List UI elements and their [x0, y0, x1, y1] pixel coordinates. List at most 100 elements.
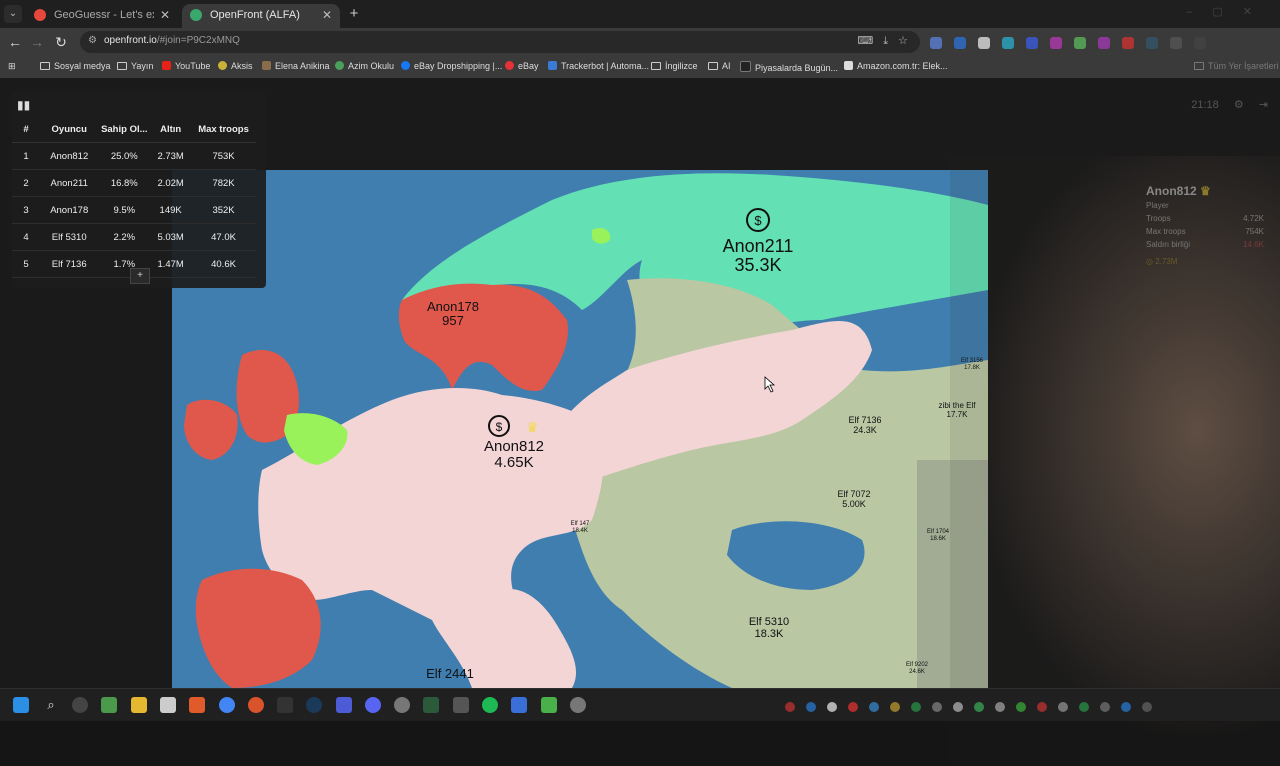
bookmark-label: eBay	[518, 61, 539, 71]
close-icon[interactable]: ✕	[160, 4, 170, 26]
bookmark-sosyal-medya[interactable]: Sosyal medya	[40, 61, 111, 71]
app-icon[interactable]	[336, 697, 352, 713]
bookmark-azim-okulu[interactable]: Azim Okulu	[335, 61, 394, 71]
app-icon[interactable]	[511, 697, 527, 713]
extension-icon[interactable]	[954, 37, 966, 49]
table-row[interactable]: 3 Anon178 9.5% 149K 352K	[12, 196, 256, 224]
install-icon[interactable]: ⤓	[883, 35, 888, 47]
bookmark-ai[interactable]: AI	[708, 61, 731, 71]
app-icon[interactable]	[453, 697, 469, 713]
epic-games-icon[interactable]	[277, 697, 293, 713]
discord-icon[interactable]	[365, 697, 381, 713]
window-controls[interactable]: –▢✕	[1186, 5, 1272, 18]
store-icon[interactable]	[160, 697, 176, 713]
game-canvas[interactable]: Anon211 35.3K $ Anon178 957 $ ♛ Anon812 …	[0, 78, 1280, 766]
address-bar[interactable]: ⚙ openfront.io/#join=P9C2xMNQ ⌨ ⤓ ☆	[80, 31, 920, 53]
tab-geoguessr[interactable]: GeoGuessr - Let's explore the w ✕	[26, 4, 178, 28]
table-row[interactable]: 1 Anon812 25.0% 2.73M 753K	[12, 142, 256, 170]
puzzle-icon[interactable]	[1170, 37, 1182, 49]
menu-icon[interactable]	[1194, 37, 1206, 49]
tray-icon[interactable]	[974, 702, 984, 712]
bookmark-elena-anikina[interactable]: Elena Anikina	[262, 61, 330, 71]
bookmark-ingilizce[interactable]: İngilizce	[651, 61, 698, 71]
apps-icon[interactable]: ⊞	[8, 61, 16, 72]
column-header[interactable]: Sahip Ol...	[98, 116, 151, 143]
stat-value: 754K	[1245, 227, 1264, 236]
xbox-icon[interactable]	[101, 697, 117, 713]
table-row[interactable]: 4 Elf 5310 2.2% 5.03M 47.0K	[12, 223, 256, 251]
tray-icon[interactable]	[890, 702, 900, 712]
bookmark-amazon[interactable]: Amazon.com.tr: Elek...	[844, 61, 948, 71]
tray-icon[interactable]	[995, 702, 1005, 712]
gold-cell: 2.73M	[150, 142, 192, 170]
new-tab-button[interactable]: +	[346, 4, 362, 24]
bookmark-aksis[interactable]: Aksis	[218, 61, 253, 71]
bookmark-yayin[interactable]: Yayın	[117, 61, 153, 71]
tray-icon[interactable]	[932, 702, 942, 712]
tray-icon[interactable]	[1016, 702, 1026, 712]
bookmarks-bar: ⊞ Sosyal medya Yayın YouTube Aksis Elena…	[0, 56, 1280, 79]
extension-icon[interactable]	[1122, 37, 1134, 49]
world-map[interactable]: Anon211 35.3K $ Anon178 957 $ ♛ Anon812 …	[172, 170, 988, 688]
tray-icon[interactable]	[1079, 702, 1089, 712]
extension-icon[interactable]	[1098, 37, 1110, 49]
windows-start-icon[interactable]	[13, 697, 29, 713]
bookmark-ebay[interactable]: eBay	[505, 61, 539, 71]
chrome-icon[interactable]	[219, 697, 235, 713]
folder-icon[interactable]	[131, 697, 147, 713]
reload-button[interactable]: ↻	[52, 33, 70, 51]
spotify-icon[interactable]	[482, 697, 498, 713]
map-label-name: Elf 9202	[906, 662, 929, 668]
forward-button[interactable]: →	[28, 33, 46, 51]
extension-icon[interactable]	[978, 37, 990, 49]
tray-icon[interactable]	[827, 702, 837, 712]
extension-icon[interactable]	[1002, 37, 1014, 49]
bookmark-youtube[interactable]: YouTube	[162, 61, 210, 71]
tab-search-button[interactable]: ⌄	[4, 5, 22, 23]
tray-icon[interactable]	[953, 702, 963, 712]
column-header[interactable]: Max troops	[191, 116, 256, 143]
extension-icon[interactable]	[1026, 37, 1038, 49]
steam-icon[interactable]	[306, 697, 322, 713]
tray-icon[interactable]	[785, 702, 795, 712]
tray-icon[interactable]	[1037, 702, 1047, 712]
exit-icon[interactable]: ⇥	[1259, 99, 1268, 111]
column-header[interactable]: Altın	[150, 116, 192, 143]
column-header[interactable]: Oyuncu	[40, 116, 99, 143]
bookmark-piyasalarda[interactable]: Piyasalarda Bugün...	[740, 61, 838, 73]
tab-openfront[interactable]: OpenFront (ALFA) ✕	[182, 4, 340, 28]
app-icon[interactable]	[394, 697, 410, 713]
app-icon[interactable]	[541, 697, 557, 713]
brave-icon[interactable]	[189, 697, 205, 713]
extension-icon[interactable]	[1050, 37, 1062, 49]
table-row[interactable]: 2 Anon211 16.8% 2.02M 782K	[12, 169, 256, 197]
tray-icon[interactable]	[911, 702, 921, 712]
expand-leaderboard-button[interactable]: +	[130, 268, 150, 284]
extension-icon[interactable]	[1146, 37, 1158, 49]
tray-icon[interactable]	[869, 702, 879, 712]
tray-icon[interactable]	[1142, 702, 1152, 712]
close-icon[interactable]: ✕	[322, 4, 332, 26]
tray-icon[interactable]	[848, 702, 858, 712]
site-info-icon[interactable]: ⚙	[88, 35, 100, 47]
search-icon[interactable]: ⌕	[43, 697, 59, 713]
tray-icon[interactable]	[1100, 702, 1110, 712]
bookmark-star-icon[interactable]: ☆	[898, 35, 908, 47]
app-icon[interactable]	[570, 697, 586, 713]
tray-icon[interactable]	[806, 702, 816, 712]
back-button[interactable]: ←	[6, 33, 24, 51]
tray-icon[interactable]	[1058, 702, 1068, 712]
extension-icon[interactable]	[1074, 37, 1086, 49]
extension-icon[interactable]	[930, 37, 942, 49]
translate-icon[interactable]: ⌨	[857, 35, 873, 47]
all-bookmarks[interactable]: Tüm Yer İşaretleri	[1194, 61, 1279, 71]
app-icon[interactable]	[423, 697, 439, 713]
app-icon[interactable]	[248, 697, 264, 713]
gold-row: ◎ 2.73M	[1146, 257, 1276, 270]
bar-chart-icon[interactable]: ▮▮	[17, 98, 30, 112]
settings-icon[interactable]: ⚙	[1234, 99, 1244, 111]
bookmark-ebay-dropshipping[interactable]: eBay Dropshipping |...	[401, 61, 502, 71]
app-icon[interactable]	[72, 697, 88, 713]
tray-icon[interactable]	[1121, 702, 1131, 712]
bookmark-trackerbot[interactable]: Trackerbot | Automa...	[548, 61, 649, 71]
